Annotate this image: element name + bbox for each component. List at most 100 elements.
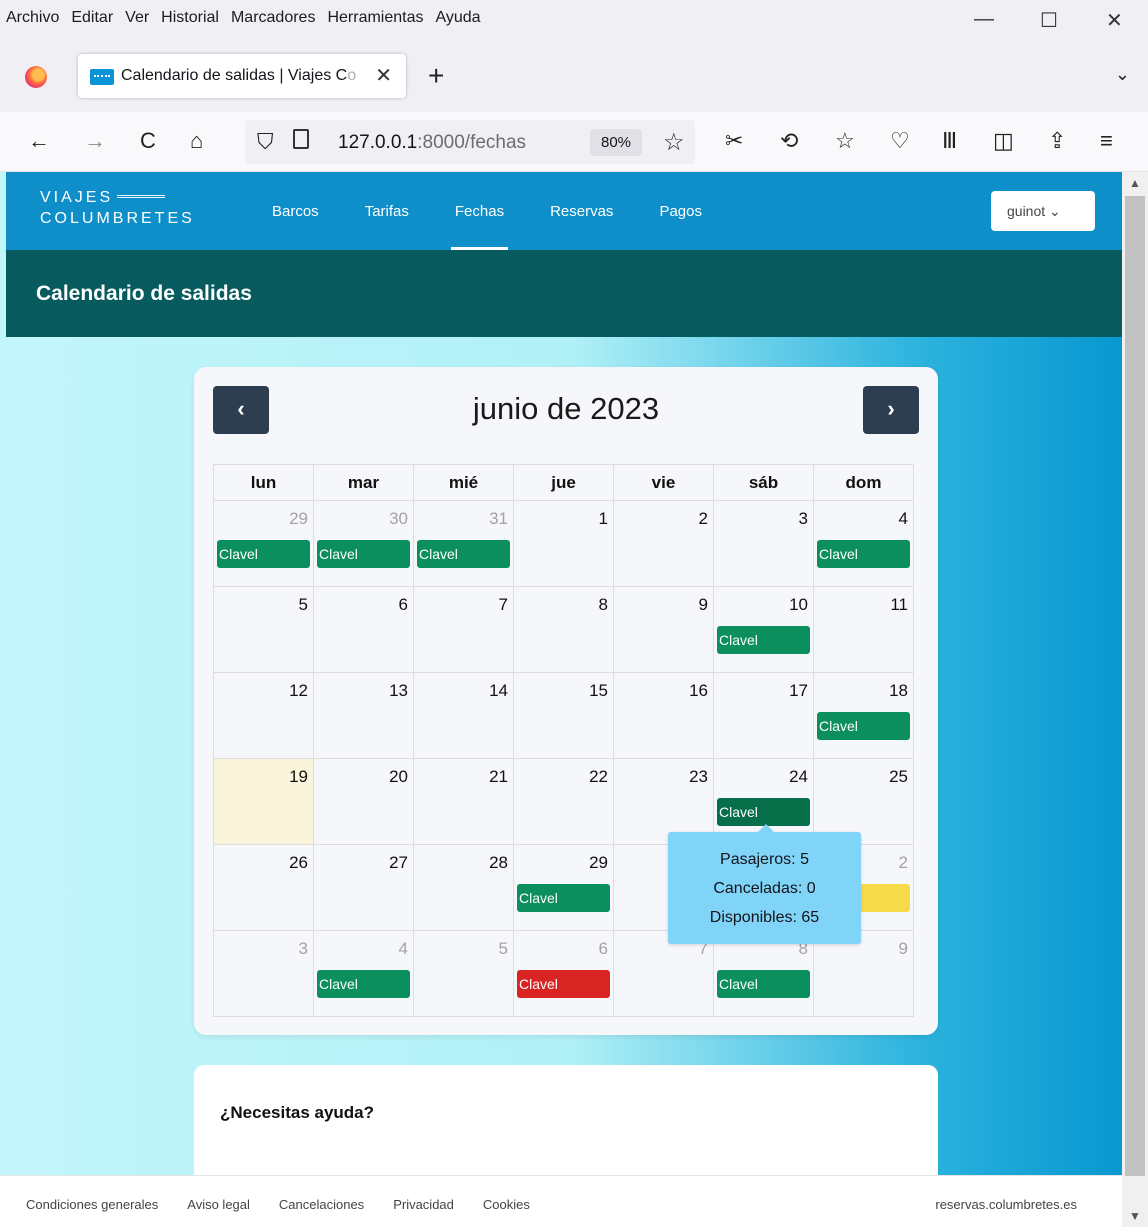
departure-event[interactable]: Clavel [317,540,410,568]
calendar-day[interactable]: 26 [213,844,314,931]
calendar-day[interactable]: 16 [613,672,714,759]
departure-event[interactable]: Clavel [217,540,310,568]
tab-calendario[interactable]: Calendario de salidas | Viajes Co ✕ [78,54,406,98]
menu-historial[interactable]: Historial [161,9,219,27]
calendar-day[interactable]: 30 Clavel [313,500,414,587]
screenshot-icon[interactable]: ✂ [725,128,743,154]
bookmark-star-icon[interactable]: ☆ [663,128,685,157]
new-tab-icon[interactable]: + [428,60,444,92]
calendar-day[interactable]: 29 Clavel [513,844,614,931]
menu-ver[interactable]: Ver [125,9,149,27]
calendar-day[interactable]: 2 [613,500,714,587]
pocket-icon[interactable]: ♡ [890,128,910,154]
departure-event[interactable]: Clavel [717,626,810,654]
calendar-day[interactable]: 14 [413,672,514,759]
departure-event[interactable]: Clavel [517,970,610,998]
day-number: 28 [489,853,508,872]
user-menu-button[interactable]: guinot ⌄ [991,191,1095,231]
scrollbar-thumb[interactable] [1125,196,1145,1176]
calendar-day[interactable]: 28 [413,844,514,931]
calendar-day[interactable]: 21 [413,758,514,845]
calendar-day[interactable]: 22 [513,758,614,845]
calendar-day[interactable]: 11 [813,586,914,673]
url-text[interactable]: 127.0.0.1:8000/fechas [338,132,526,154]
calendar-day[interactable]: 18 Clavel [813,672,914,759]
calendar-day[interactable]: 1 [513,500,614,587]
share-icon[interactable]: ⇪ [1048,128,1066,154]
nav-pagos[interactable]: Pagos [659,203,702,220]
calendar-day[interactable]: 5 [213,586,314,673]
departure-event[interactable]: Clavel [717,798,810,826]
close-window-icon[interactable]: ✕ [1106,8,1123,33]
list-all-tabs-icon[interactable]: ⌄ [1115,64,1130,85]
maximize-icon[interactable]: ☐ [1040,8,1058,33]
menu-archivo[interactable]: Archivo [6,9,59,27]
menu-icon[interactable]: ≡ [1100,128,1113,154]
footer-link-cancelaciones[interactable]: Cancelaciones [279,1197,364,1212]
calendar-day[interactable]: 10 Clavel [713,586,814,673]
calendar-day[interactable]: 3 [213,930,314,1017]
calendar-day[interactable]: 6 [313,586,414,673]
calendar-day[interactable]: 31 Clavel [413,500,514,587]
calendar-day[interactable]: 15 [513,672,614,759]
site-logo[interactable]: VIAJES COLUMBRETES [40,187,195,229]
shield-icon[interactable]: ⛉ [257,129,274,155]
nav-fechas[interactable]: Fechas [450,203,509,250]
extension-star-icon[interactable]: ☆ [835,128,855,154]
calendar-day[interactable]: 9 [613,586,714,673]
calendar-day[interactable]: 8 [513,586,614,673]
history-icon[interactable]: ⟲ [780,128,798,154]
footer-site[interactable]: reservas.columbretes.es [935,1197,1077,1212]
calendar-day[interactable]: 12 [213,672,314,759]
nav-barcos[interactable]: Barcos [272,203,319,220]
day-number: 29 [589,853,608,872]
calendar-day[interactable]: 17 [713,672,814,759]
departure-event[interactable]: Clavel [417,540,510,568]
menu-herramientas[interactable]: Herramientas [327,9,423,27]
departure-event[interactable]: Clavel [817,712,910,740]
calendar-day[interactable]: 3 [713,500,814,587]
departure-event[interactable]: Clavel [817,540,910,568]
tab-title: Calendario de salidas | Viajes Co [121,67,357,84]
calendar-day[interactable]: 4 Clavel [313,930,414,1017]
next-month-button[interactable]: › [863,386,919,434]
calendar-day[interactable]: 27 [313,844,414,931]
departure-event[interactable]: Clavel [517,884,610,912]
close-tab-icon[interactable]: ✕ [375,63,392,88]
minimize-icon[interactable]: — [974,8,994,31]
menu-editar[interactable]: Editar [71,9,113,27]
footer-link-privacidad[interactable]: Privacidad [393,1197,454,1212]
firefox-icon[interactable] [25,66,47,88]
footer-link-aviso-legal[interactable]: Aviso legal [187,1197,250,1212]
library-icon[interactable]: Ⅲ [942,128,957,154]
calendar-day[interactable]: 20 [313,758,414,845]
url-bar[interactable]: ⛉ 127.0.0.1:8000/fechas 80% ☆ [245,120,695,164]
scroll-up-icon[interactable]: ▲ [1129,176,1141,190]
nav-reservas[interactable]: Reservas [550,203,613,220]
calendar-day[interactable]: 7 [413,586,514,673]
back-icon[interactable]: ← [28,128,50,154]
sidebar-icon[interactable]: ◫ [993,128,1014,154]
departure-event[interactable]: Clavel [717,970,810,998]
day-number: 2 [698,509,708,528]
page-scrollbar[interactable]: ▲ ▼ [1122,172,1148,1227]
footer-link-cookies[interactable]: Cookies [483,1197,530,1212]
calendar-day[interactable]: 6 Clavel [513,930,614,1017]
footer-link-condiciones[interactable]: Condiciones generales [26,1197,158,1212]
menu-marcadores[interactable]: Marcadores [231,9,315,27]
home-icon[interactable]: ⌂ [190,128,203,154]
calendar-day[interactable]: 13 [313,672,414,759]
calendar-day[interactable]: 29 Clavel [213,500,314,587]
menu-ayuda[interactable]: Ayuda [435,9,480,27]
calendar-day[interactable]: 4 Clavel [813,500,914,587]
nav-tarifas[interactable]: Tarifas [365,203,409,220]
forward-icon[interactable]: → [84,128,106,154]
page-info-icon[interactable] [293,129,309,149]
departure-event[interactable]: Clavel [317,970,410,998]
scroll-down-icon[interactable]: ▼ [1129,1209,1141,1223]
calendar-day[interactable]: 5 [413,930,514,1017]
calendar-day[interactable]: 19 [213,758,314,845]
zoom-level[interactable]: 80% [590,129,642,156]
tooltip-canceladas: Canceladas: 0 [713,880,816,897]
reload-icon[interactable]: C [140,128,156,154]
